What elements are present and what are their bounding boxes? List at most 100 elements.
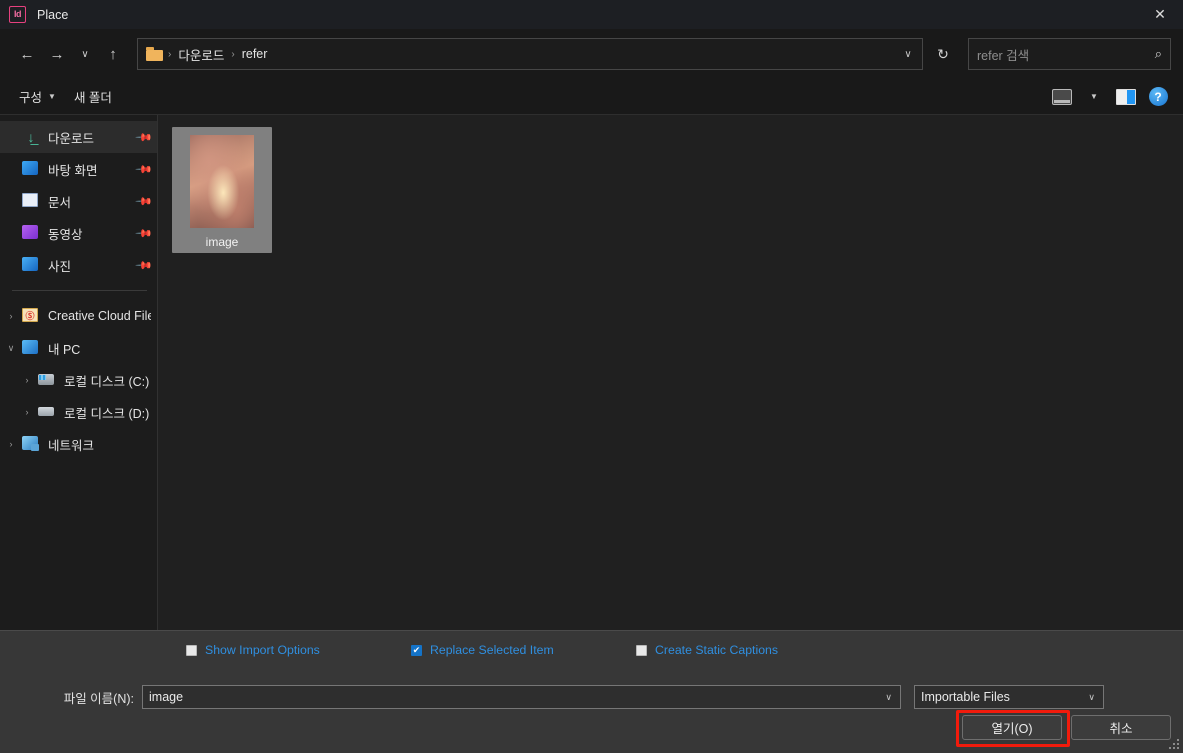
sidebar-item-label: 네트워크 xyxy=(48,438,95,453)
place-dialog-window: Id Place ✕ ← → ∨ ↑ › 다운로드 › refer ∨ ↻ re… xyxy=(0,0,1183,753)
preview-pane-button[interactable] xyxy=(1111,84,1141,110)
file-list[interactable]: image xyxy=(158,115,1183,630)
title-bar: Id Place ✕ xyxy=(0,0,1183,29)
command-bar-right: ▼ ? xyxy=(1047,84,1173,110)
navigation-pane: ↓̲ 다운로드 📌 바탕 화면 📌 문서 📌 동영상 📌 사진 📌 › Ⓢ Cr… xyxy=(0,115,157,630)
file-name-label: image xyxy=(205,235,239,249)
indesign-logo-icon: Id xyxy=(9,6,26,23)
help-icon: ? xyxy=(1148,87,1168,106)
chevron-down-icon: ▼ xyxy=(48,92,56,101)
network-icon xyxy=(22,436,40,452)
dialog-footer: Show Import Options ✔ Replace Selected I… xyxy=(0,630,1183,753)
dialog-body: ↓̲ 다운로드 📌 바탕 화면 📌 문서 📌 동영상 📌 사진 📌 › Ⓢ Cr… xyxy=(0,115,1183,630)
sidebar-item-downloads[interactable]: ↓̲ 다운로드 📌 xyxy=(0,121,157,153)
checkbox-box[interactable] xyxy=(186,644,197,656)
up-button[interactable]: ↑ xyxy=(98,39,128,69)
sidebar-divider xyxy=(12,290,147,291)
chevron-right-icon[interactable]: › xyxy=(0,439,22,449)
search-icon: ⌕ xyxy=(1154,46,1162,61)
recent-locations-button[interactable]: ∨ xyxy=(72,39,98,69)
chevron-right-icon[interactable]: › xyxy=(16,375,38,385)
pin-icon[interactable]: 📌 xyxy=(135,192,154,210)
resize-grip[interactable] xyxy=(1167,737,1179,749)
sidebar-item-creative-cloud-files[interactable]: › Ⓢ Creative Cloud File xyxy=(0,300,157,332)
chevron-down-icon[interactable]: ∨ xyxy=(0,343,22,354)
view-layout-icon xyxy=(1052,88,1072,105)
chevron-right-icon[interactable]: › xyxy=(0,311,22,321)
checkbox-replace-selected-item[interactable]: ✔ Replace Selected Item xyxy=(411,643,636,657)
breadcrumb-separator: › xyxy=(231,48,235,60)
view-options-dropdown[interactable]: ▼ xyxy=(1079,84,1109,110)
this-pc-icon xyxy=(22,340,40,356)
checkbox-create-static-captions[interactable]: Create Static Captions xyxy=(636,643,778,657)
pin-icon[interactable]: 📌 xyxy=(135,256,154,274)
sidebar-item-network[interactable]: › 네트워크 xyxy=(0,428,157,460)
pin-icon[interactable]: 📌 xyxy=(135,160,154,178)
pin-icon[interactable]: 📌 xyxy=(135,224,154,242)
back-button[interactable]: ← xyxy=(12,39,42,69)
sidebar-item-videos[interactable]: 동영상 📌 xyxy=(0,217,157,249)
help-button[interactable]: ? xyxy=(1143,84,1173,110)
forward-button[interactable]: → xyxy=(42,39,72,69)
filename-row: 파일 이름(N): image ∨ Importable Files ∨ xyxy=(0,685,1183,709)
sidebar-item-desktop[interactable]: 바탕 화면 📌 xyxy=(0,153,157,185)
list-item[interactable]: image xyxy=(172,127,272,253)
new-folder-label: 새 폴더 xyxy=(73,91,112,105)
sidebar-item-label: 사진 xyxy=(48,259,72,274)
breadcrumb-separator: › xyxy=(168,48,172,60)
new-folder-button[interactable]: 새 폴더 xyxy=(65,82,121,111)
search-placeholder: refer 검색 xyxy=(977,48,1030,63)
refresh-icon[interactable]: ↻ xyxy=(927,38,959,70)
cancel-button[interactable]: 취소 xyxy=(1071,715,1171,740)
sidebar-item-this-pc[interactable]: ∨ 내 PC xyxy=(0,332,157,364)
chevron-down-icon[interactable]: ∨ xyxy=(885,692,896,703)
documents-icon xyxy=(22,193,40,209)
sidebar-item-label: 로컬 디스크 (C:) xyxy=(64,374,150,389)
chevron-right-icon[interactable]: › xyxy=(16,407,38,417)
filename-label: 파일 이름(N): xyxy=(63,691,134,706)
filename-input[interactable]: image ∨ xyxy=(142,685,901,709)
sidebar-item-label: Creative Cloud File xyxy=(48,309,151,323)
navigation-bar: ← → ∨ ↑ › 다운로드 › refer ∨ ↻ refer 검색 ⌕ xyxy=(0,29,1183,79)
chevron-down-icon[interactable]: ∨ xyxy=(896,40,920,68)
sidebar-item-local-disk-d[interactable]: › 로컬 디스크 (D:) xyxy=(0,396,157,428)
filetype-select[interactable]: Importable Files ∨ xyxy=(914,685,1104,709)
pictures-icon xyxy=(22,257,40,273)
sidebar-item-local-disk-c[interactable]: › 로컬 디스크 (C:) xyxy=(0,364,157,396)
breadcrumb-item-refer[interactable]: refer xyxy=(237,44,273,64)
checkbox-box[interactable] xyxy=(636,644,647,656)
checkbox-label: Replace Selected Item xyxy=(430,643,554,657)
sidebar-item-documents[interactable]: 문서 📌 xyxy=(0,185,157,217)
address-bar[interactable]: › 다운로드 › refer ∨ xyxy=(137,38,923,70)
chevron-down-icon[interactable]: ∨ xyxy=(1088,692,1099,703)
open-button[interactable]: 열기(O) xyxy=(956,710,1070,747)
cancel-button-label: 취소 xyxy=(1109,722,1133,736)
search-input[interactable]: refer 검색 ⌕ xyxy=(968,38,1171,70)
sidebar-item-label: 내 PC xyxy=(48,342,81,357)
checkbox-show-import-options[interactable]: Show Import Options xyxy=(186,643,411,657)
breadcrumb-item-downloads[interactable]: 다운로드 xyxy=(173,42,229,67)
disk-d-icon xyxy=(38,404,56,420)
checkbox-label: Show Import Options xyxy=(205,643,320,657)
breadcrumb: › 다운로드 › refer xyxy=(146,42,896,67)
sidebar-item-pictures[interactable]: 사진 📌 xyxy=(0,249,157,281)
file-thumbnail xyxy=(190,135,254,228)
close-icon[interactable]: ✕ xyxy=(1137,0,1183,29)
sidebar-item-label: 문서 xyxy=(48,195,72,210)
organize-label: 구성 xyxy=(19,91,43,105)
open-button-label: 열기(O) xyxy=(991,722,1033,736)
filename-value: image xyxy=(149,690,184,704)
chevron-down-icon: ▼ xyxy=(1090,92,1098,101)
sidebar-item-label: 바탕 화면 xyxy=(48,163,98,178)
folder-icon xyxy=(146,47,163,61)
command-bar: 구성 ▼ 새 폴더 ▼ ? xyxy=(0,79,1183,115)
creative-cloud-icon: Ⓢ xyxy=(22,308,40,324)
checkbox-label: Create Static Captions xyxy=(655,643,779,657)
window-title: Place xyxy=(37,7,69,22)
organize-button[interactable]: 구성 ▼ xyxy=(10,82,65,111)
desktop-icon xyxy=(22,161,40,177)
pin-icon[interactable]: 📌 xyxy=(135,128,154,146)
sidebar-item-label: 동영상 xyxy=(48,227,83,242)
view-options-button[interactable] xyxy=(1047,84,1077,110)
checkbox-box[interactable]: ✔ xyxy=(411,644,422,656)
